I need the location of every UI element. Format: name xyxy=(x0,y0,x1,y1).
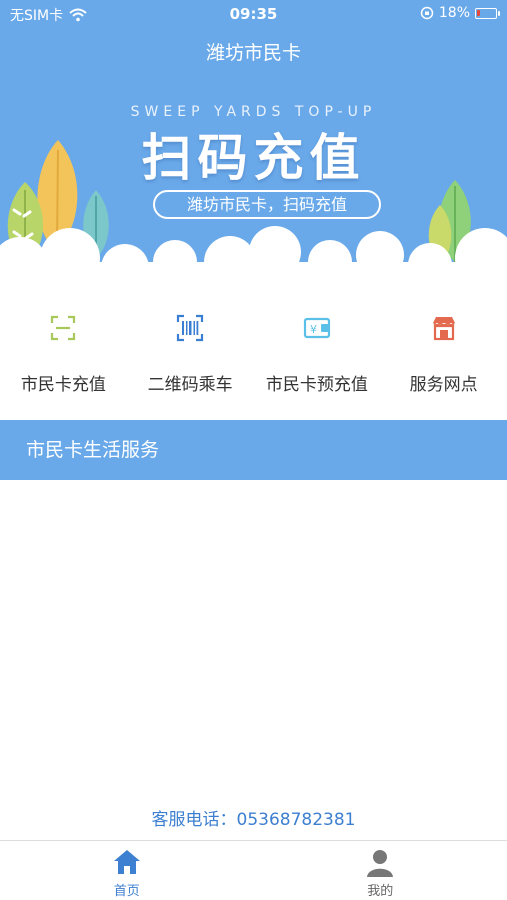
quick-menu: 市民卡充值 二维码乘车 ¥ 市民卡预充值 服务网点 xyxy=(0,300,507,418)
status-right: 18% xyxy=(420,5,500,21)
quick-item-qr-ride[interactable]: 二维码乘车 xyxy=(127,300,254,418)
quick-item-label: 市民卡预充值 xyxy=(265,375,368,395)
tab-home[interactable]: 首页 xyxy=(0,841,254,900)
tab-mine[interactable]: 我的 xyxy=(254,841,507,900)
quick-item-card-recharge[interactable]: 市民卡充值 xyxy=(0,300,127,418)
quick-item-prepaid[interactable]: ¥ 市民卡预充值 xyxy=(254,300,381,418)
tab-label: 我的 xyxy=(367,884,394,899)
tab-label: 首页 xyxy=(113,884,140,899)
quick-item-label: 二维码乘车 xyxy=(147,375,233,395)
user-icon xyxy=(367,850,394,877)
svg-text:¥: ¥ xyxy=(310,323,317,336)
battery-percent: 18% xyxy=(438,5,470,21)
quick-item-label: 市民卡充值 xyxy=(20,375,106,395)
quick-item-label: 服务网点 xyxy=(409,375,478,395)
page-title: 潍坊市民卡 xyxy=(205,42,301,64)
section-header-life-services: 市民卡生活服务 xyxy=(0,420,507,480)
quick-item-service-outlets[interactable]: 服务网点 xyxy=(380,300,507,418)
tab-bar: 首页 我的 xyxy=(0,840,507,900)
scan-frame-icon xyxy=(51,315,76,341)
barcode-icon xyxy=(177,314,204,342)
orientation-lock-icon xyxy=(420,6,434,20)
banner-title: 扫码充值 xyxy=(141,129,366,187)
wallet-icon: ¥ xyxy=(303,317,330,339)
home-icon xyxy=(113,850,140,874)
banner-pill: 潍坊市民卡，扫码充值 xyxy=(153,190,381,219)
banner: 无SIM卡 09:35 18% 潍坊市民卡 SWEEP YARDS TOP-UP… xyxy=(0,0,507,300)
service-phone-link[interactable]: 客服电话：05368782381 xyxy=(0,805,507,830)
battery-icon xyxy=(475,7,500,19)
store-icon xyxy=(432,317,455,341)
battery-level xyxy=(477,9,480,16)
status-bar: 无SIM卡 09:35 18% xyxy=(0,0,507,28)
